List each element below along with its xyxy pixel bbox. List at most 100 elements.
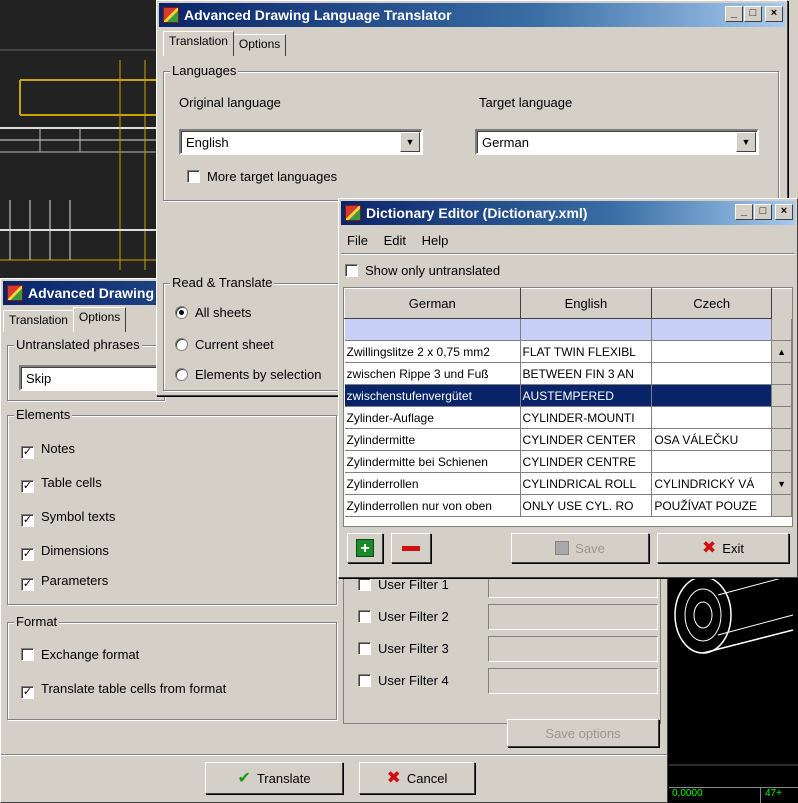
notes-checkbox-row[interactable]: ✓ Notes [21, 441, 75, 459]
cell-czech[interactable]: CYLINDRICKÝ VÁ [651, 472, 773, 495]
save-options-button[interactable]: Save options [507, 719, 659, 747]
remove-entry-button[interactable] [391, 533, 431, 563]
parameters-checkbox-row[interactable]: ✓ Parameters [21, 573, 108, 591]
cell-english[interactable]: BETWEEN FIN 3 AN [520, 362, 653, 385]
cell-czech[interactable] [651, 384, 773, 407]
menu-help[interactable]: Help [422, 233, 449, 248]
close-icon[interactable]: × [775, 204, 793, 220]
table-row[interactable]: Zwillingslitze 2 x 0,75 mm2 FLAT TWIN FL… [344, 340, 792, 363]
show-untranslated-checkbox[interactable] [345, 264, 358, 277]
maximize-icon[interactable]: □ [744, 6, 762, 22]
maximize-icon[interactable]: □ [754, 204, 772, 220]
cell-german[interactable]: Zylinderrollen nur von oben [344, 494, 521, 517]
current-sheet-radio[interactable] [175, 338, 188, 351]
cancel-button[interactable]: ✖ Cancel [359, 762, 475, 794]
tab-translation[interactable]: Translation [163, 31, 234, 56]
translate-cells-checkbox[interactable]: ✓ [21, 686, 34, 699]
cell-english[interactable]: AUSTEMPERED [520, 384, 653, 407]
elements-selection-radio-row[interactable]: Elements by selection [175, 367, 321, 382]
notes-checkbox[interactable]: ✓ [21, 446, 34, 459]
current-sheet-radio-row[interactable]: Current sheet [175, 337, 274, 352]
cell-german[interactable]: Zylinder-Auflage [344, 406, 521, 429]
show-untranslated-row[interactable]: Show only untranslated [345, 263, 500, 278]
cell-german[interactable]: Zylindermitte bei Schienen [344, 450, 521, 473]
table-row[interactable] [344, 318, 792, 341]
user-filter-3-field[interactable] [488, 636, 658, 662]
cell-czech[interactable] [651, 450, 773, 473]
table-row[interactable]: Zylindermitte bei Schienen CYLINDER CENT… [344, 450, 792, 473]
menu-file[interactable]: File [347, 233, 368, 248]
cell-czech[interactable] [651, 318, 773, 341]
table-row[interactable]: Zylinderrollen nur von oben ONLY USE CYL… [344, 494, 792, 517]
translate-button[interactable]: ✔ Translate [205, 762, 343, 794]
table-row[interactable]: zwischen Rippe 3 und Fuß BETWEEN FIN 3 A… [344, 362, 792, 385]
more-targets-checkbox-row[interactable]: More target languages [187, 169, 337, 184]
exchange-format-checkbox[interactable] [21, 648, 34, 661]
chevron-down-icon[interactable]: ▼ [736, 132, 756, 152]
cell-german[interactable] [344, 318, 521, 341]
cell-english[interactable]: CYLINDRICAL ROLL [520, 472, 653, 495]
cell-english[interactable] [520, 318, 653, 341]
table-cells-checkbox-row[interactable]: ✓ Table cells [21, 475, 102, 493]
dictionary-grid[interactable]: German English Czech Zwillingslitze 2 x … [343, 287, 793, 527]
dimensions-checkbox[interactable]: ✓ [21, 548, 34, 561]
untranslated-select[interactable]: Skip [19, 365, 159, 391]
cell-english[interactable]: CYLINDER CENTRE [520, 450, 653, 473]
all-sheets-radio[interactable] [175, 306, 188, 319]
user-filter-3-checkbox[interactable] [358, 642, 371, 655]
cell-czech[interactable] [651, 406, 773, 429]
user-filter-1-checkbox[interactable] [358, 578, 371, 591]
cell-english[interactable]: CYLINDER-MOUNTI [520, 406, 653, 429]
add-entry-button[interactable]: + [347, 533, 383, 563]
original-language-select[interactable]: English ▼ [179, 129, 423, 155]
table-row[interactable]: Zylinder-Auflage CYLINDER-MOUNTI [344, 406, 792, 429]
cell-czech[interactable]: OSA VÁLEČKU [651, 428, 773, 451]
cell-english[interactable]: ONLY USE CYL. RO [520, 494, 653, 517]
tab-options[interactable]: Options [72, 307, 127, 332]
user-filter-4-row[interactable]: User Filter 4 [358, 673, 449, 688]
cell-czech[interactable] [651, 340, 773, 363]
table-row[interactable]: Zylindermitte CYLINDER CENTER OSA VÁLEČK… [344, 428, 792, 451]
minimize-icon[interactable]: _ [735, 204, 753, 220]
more-targets-checkbox[interactable] [187, 170, 200, 183]
translator-window-titlebar[interactable]: Advanced Drawing Language Translator _ □… [159, 3, 785, 27]
user-filter-1-row[interactable]: User Filter 1 [358, 577, 449, 592]
elements-selection-radio[interactable] [175, 368, 188, 381]
user-filter-2-checkbox[interactable] [358, 610, 371, 623]
tab-options[interactable]: Options [232, 34, 287, 56]
minimize-icon[interactable]: _ [725, 6, 743, 22]
cell-english[interactable]: FLAT TWIN FLEXIBL [520, 340, 653, 363]
table-row-selected[interactable]: zwischenstufenvergütet AUSTEMPERED [344, 384, 792, 407]
cell-german[interactable]: zwischen Rippe 3 und Fuß [344, 362, 521, 385]
cell-german[interactable]: Zwillingslitze 2 x 0,75 mm2 [344, 340, 521, 363]
close-icon[interactable]: × [765, 6, 783, 22]
cell-german[interactable]: Zylindermitte [344, 428, 521, 451]
user-filter-4-field[interactable] [488, 668, 658, 694]
user-filter-2-field[interactable] [488, 604, 658, 630]
symbol-texts-checkbox-row[interactable]: ✓ Symbol texts [21, 509, 115, 527]
table-row[interactable]: Zylinderrollen CYLINDRICAL ROLL CYLINDRI… [344, 472, 792, 495]
parameters-checkbox[interactable]: ✓ [21, 578, 34, 591]
user-filter-4-checkbox[interactable] [358, 674, 371, 687]
cell-czech[interactable]: POUŽÍVAT POUZE [651, 494, 773, 517]
table-cells-checkbox[interactable]: ✓ [21, 480, 34, 493]
menu-edit[interactable]: Edit [384, 233, 406, 248]
cell-czech[interactable] [651, 362, 773, 385]
save-button[interactable]: Save [511, 533, 649, 563]
scroll-up-icon[interactable]: ▲ [771, 340, 792, 363]
tab-translation[interactable]: Translation [3, 310, 74, 332]
translate-cells-checkbox-row[interactable]: ✓ Translate table cells from format [21, 681, 226, 699]
column-header-english[interactable]: English [519, 288, 653, 319]
user-filter-3-row[interactable]: User Filter 3 [358, 641, 449, 656]
dictionary-titlebar[interactable]: Dictionary Editor (Dictionary.xml) _ □ × [341, 201, 795, 225]
column-header-german[interactable]: German [344, 288, 521, 319]
scroll-down-icon[interactable]: ▼ [771, 472, 792, 495]
cell-german[interactable]: Zylinderrollen [344, 472, 521, 495]
cell-german[interactable]: zwischenstufenvergütet [344, 384, 521, 407]
dimensions-checkbox-row[interactable]: ✓ Dimensions [21, 543, 109, 561]
column-header-czech[interactable]: Czech [651, 288, 773, 319]
chevron-down-icon[interactable]: ▼ [400, 132, 420, 152]
target-language-select[interactable]: German ▼ [475, 129, 759, 155]
exchange-format-checkbox-row[interactable]: Exchange format [21, 647, 139, 662]
cell-english[interactable]: CYLINDER CENTER [520, 428, 653, 451]
